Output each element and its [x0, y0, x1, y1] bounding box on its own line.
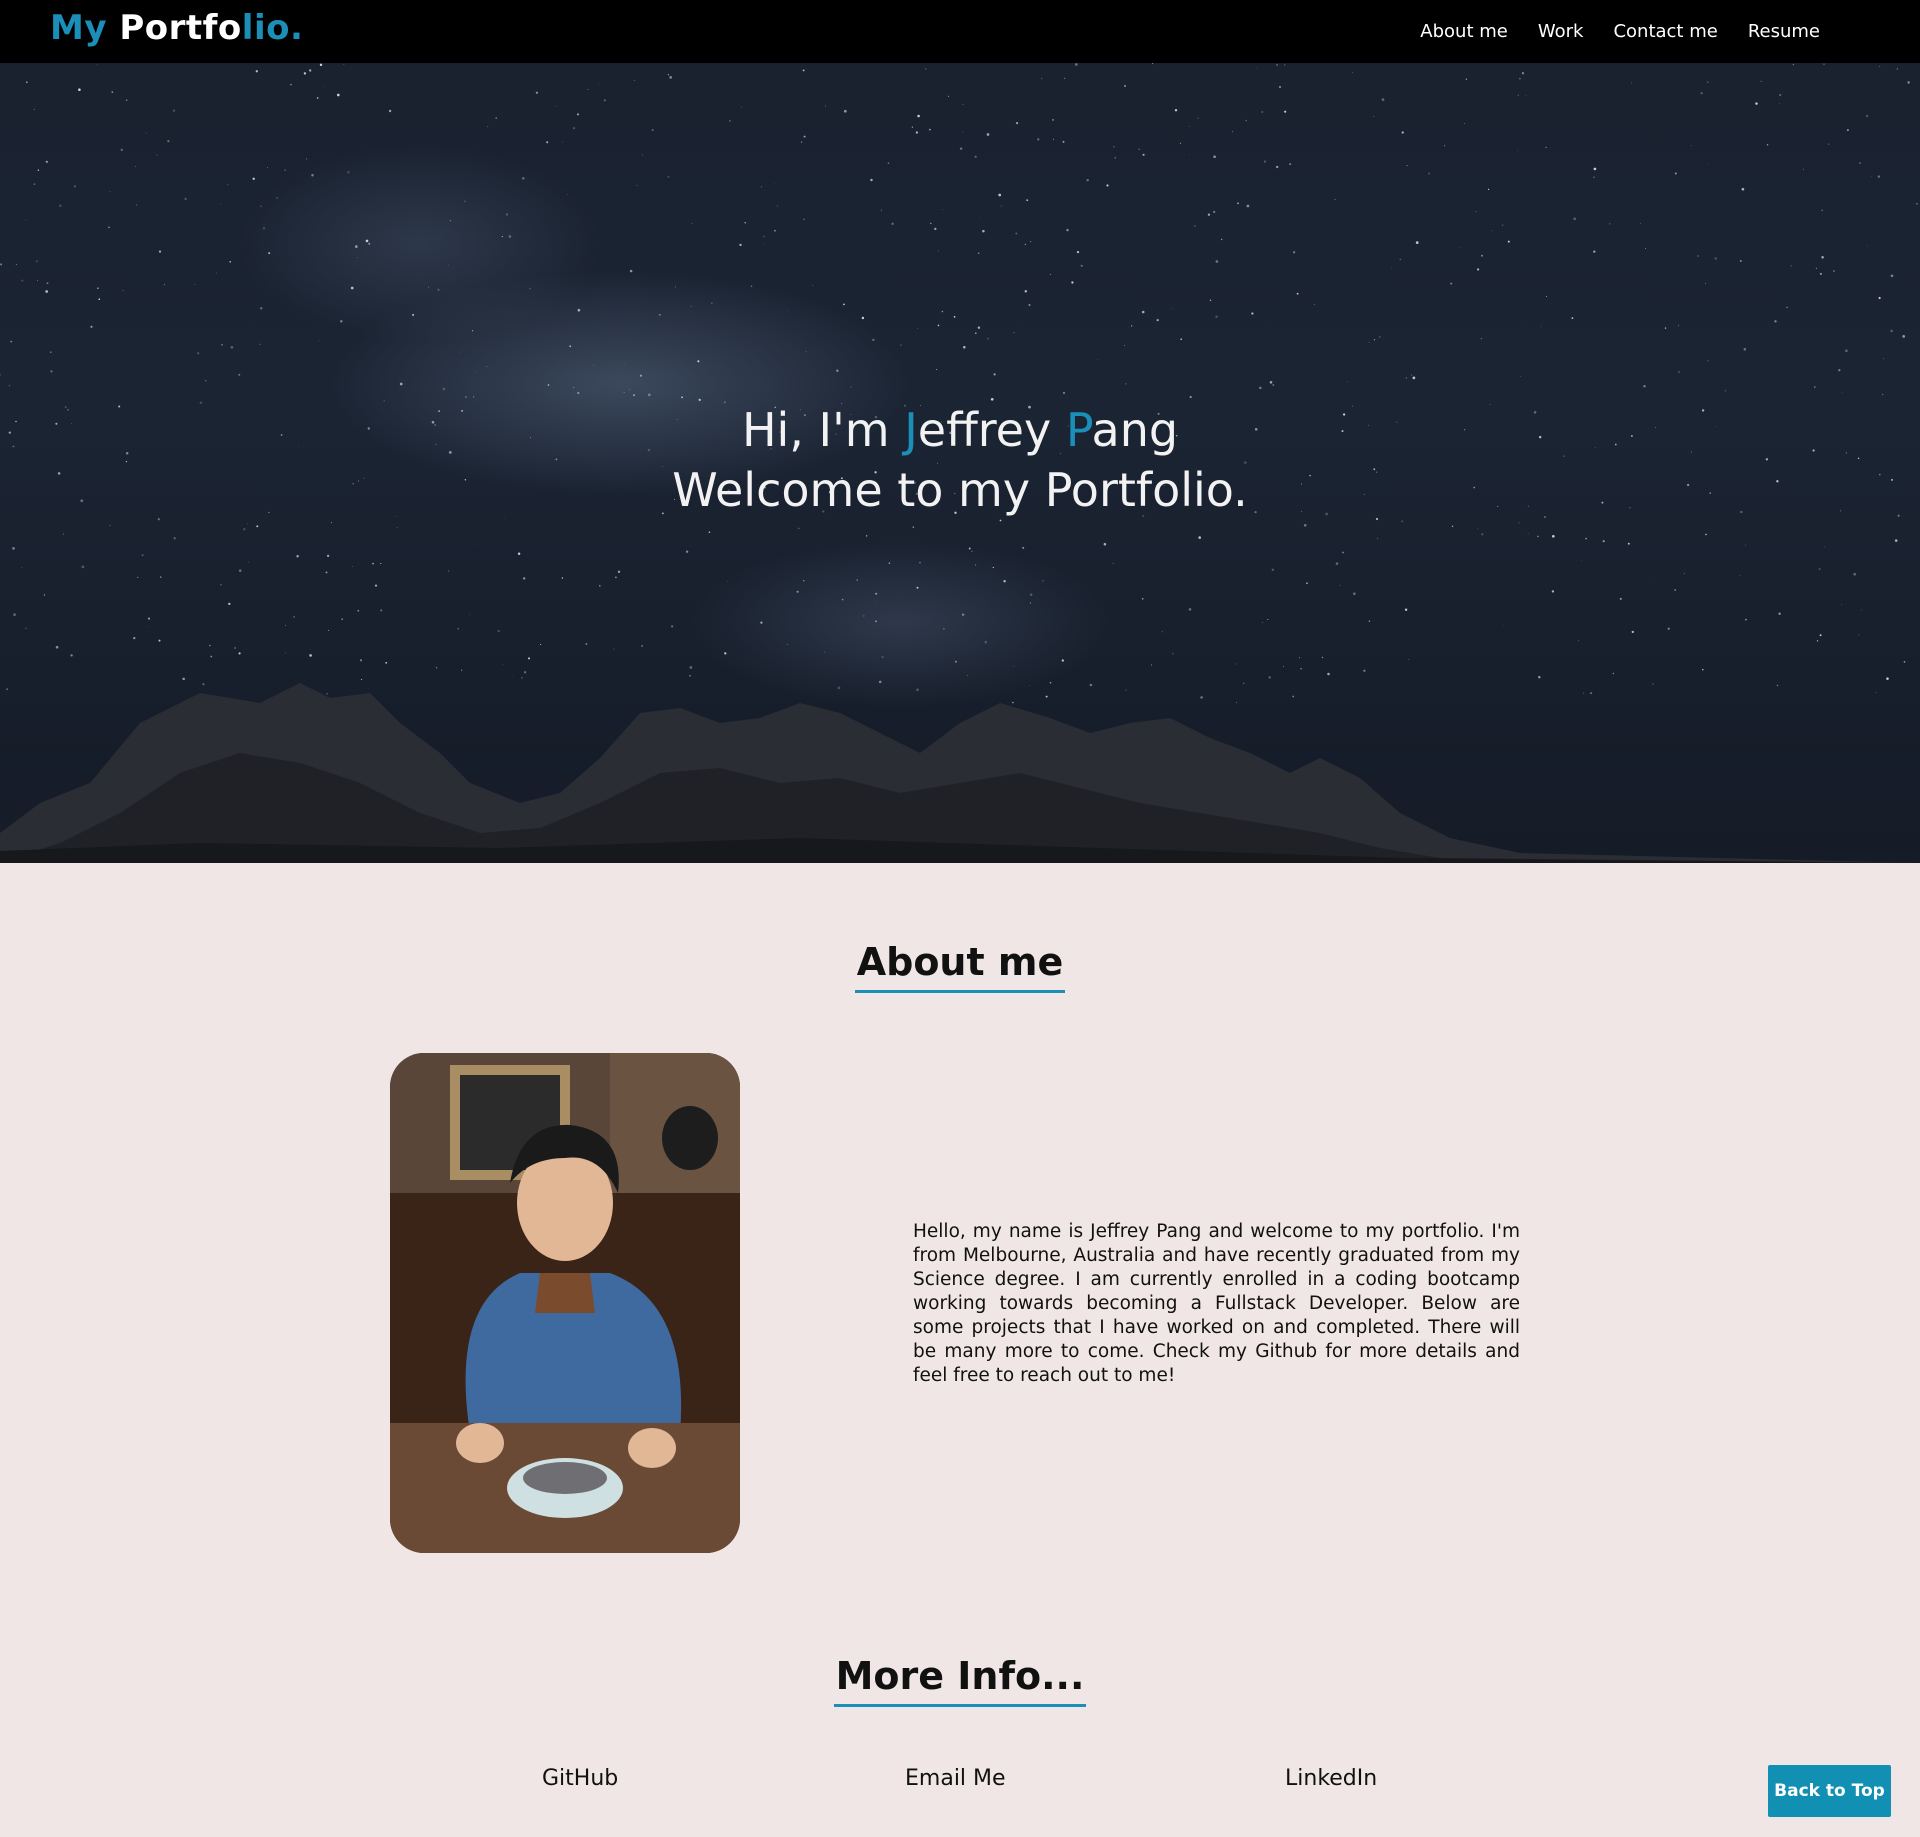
hero-line-1: Hi, I'm Jeffrey Pang [0, 400, 1920, 460]
hero-last-rest: ang [1091, 403, 1179, 457]
nav-links: About me Work Contact me Resume [1420, 0, 1820, 63]
nav-link-contact-me[interactable]: Contact me [1613, 21, 1717, 42]
linkedin-link[interactable]: LinkedIn [1285, 1766, 1377, 1791]
hero-first-initial: J [904, 403, 918, 457]
email-me-link[interactable]: Email Me [905, 1766, 1006, 1791]
hero-heading: Hi, I'm Jeffrey Pang Welcome to my Portf… [0, 400, 1920, 520]
navbar: My Portfolio. About me Work Contact me R… [0, 0, 1920, 63]
github-link[interactable]: GitHub [542, 1766, 618, 1791]
about-section-title: About me [0, 940, 1920, 993]
nav-link-resume[interactable]: Resume [1748, 21, 1820, 42]
more-info-section-title: More Info... [0, 1654, 1920, 1707]
hero-banner: Hi, I'm Jeffrey Pang Welcome to my Portf… [0, 63, 1920, 863]
hero-greeting: Hi, I'm [741, 403, 905, 457]
brand-part-portfo: Portfo [119, 8, 242, 48]
profile-photo-illustration [390, 1053, 740, 1553]
hero-last-initial: P [1065, 403, 1092, 457]
mountain-silhouette [0, 683, 1920, 863]
hero-first-rest: effrey [917, 403, 1066, 457]
about-title-text: About me [854, 940, 1066, 993]
profile-photo [390, 1053, 740, 1553]
nav-link-about-me[interactable]: About me [1420, 21, 1508, 42]
brand-part-my: My [50, 8, 120, 48]
back-to-top-button[interactable]: Back to Top [1768, 1765, 1891, 1817]
brand-logo[interactable]: My Portfolio. [50, 8, 303, 48]
more-info-title-text: More Info... [833, 1654, 1087, 1707]
brand-part-lio: lio. [241, 8, 304, 48]
about-bio: Hello, my name is Jeffrey Pang and welco… [913, 1221, 1520, 1386]
hero-line-2: Welcome to my Portfolio. [672, 463, 1248, 517]
nav-link-work[interactable]: Work [1538, 21, 1584, 42]
